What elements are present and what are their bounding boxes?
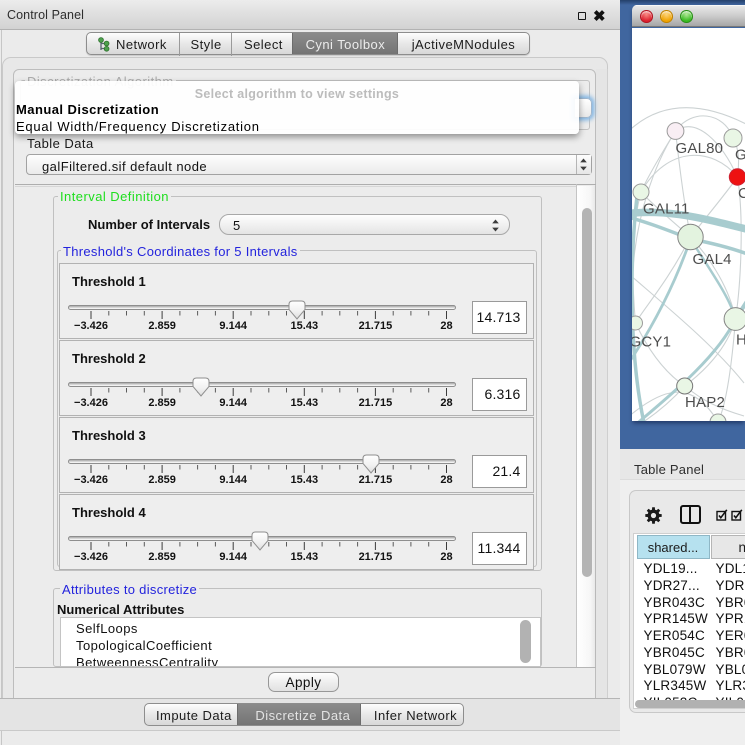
- svg-text:GA: GA: [735, 147, 745, 164]
- svg-text:GAL4: GAL4: [693, 251, 732, 268]
- svg-text:GCY1: GCY1: [632, 334, 671, 351]
- svg-text:GAL80: GAL80: [676, 140, 724, 157]
- svg-text:C: C: [738, 185, 745, 202]
- svg-text:GAL11: GAL11: [643, 201, 690, 218]
- svg-text:HAP2: HAP2: [685, 394, 725, 411]
- svg-text:H: H: [736, 332, 745, 349]
